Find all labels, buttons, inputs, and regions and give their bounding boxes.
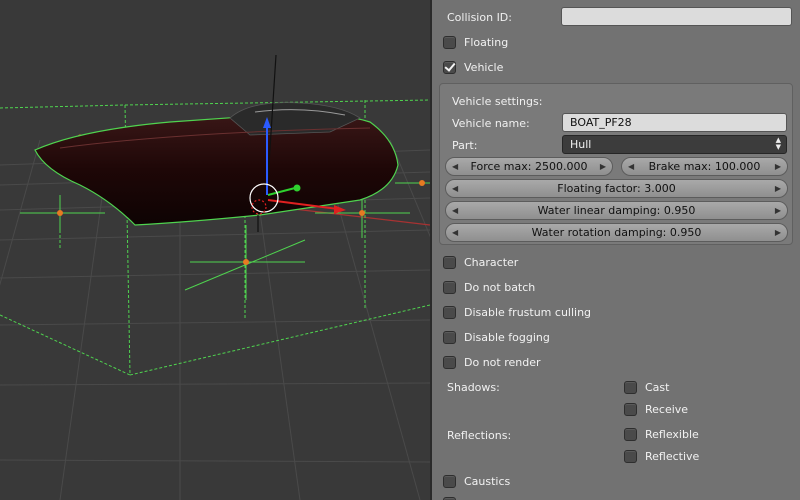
receive-checkbox[interactable] <box>624 403 637 416</box>
part-label: Part: <box>452 139 478 152</box>
increment-arrow-icon[interactable]: ▶ <box>775 202 781 219</box>
do-not-batch-label: Do not batch <box>464 281 536 294</box>
disable-frustum-culling-label: Disable frustum culling <box>464 306 592 319</box>
reflections-label: Reflections: <box>447 429 512 442</box>
part-select[interactable]: Hull ▲ ▼ <box>562 135 787 154</box>
vehicle-checkbox[interactable] <box>443 61 456 74</box>
part-select-value: Hull <box>570 138 592 151</box>
decrement-arrow-icon[interactable]: ◀ <box>452 224 458 241</box>
select-arrows-icon: ▲ ▼ <box>775 136 781 151</box>
collision-id-field[interactable] <box>561 7 792 26</box>
caustics-label: Caustics <box>464 475 511 488</box>
vehicle-settings-title: Vehicle settings: <box>452 95 543 108</box>
reflective-label: Reflective <box>645 450 700 463</box>
floating-checkbox[interactable] <box>443 36 456 49</box>
brake-max-field[interactable]: ◀ Brake max: 100.000 ▶ <box>621 157 788 176</box>
water-rotation-damping-field[interactable]: ◀ Water rotation damping: 0.950 ▶ <box>445 223 788 242</box>
character-label: Character <box>464 256 519 269</box>
floating-factor-field[interactable]: ◀ Floating factor: 3.000 ▶ <box>445 179 788 198</box>
decrement-arrow-icon[interactable]: ◀ <box>452 180 458 197</box>
3d-viewport[interactable] <box>0 0 430 500</box>
brake-max-value: Brake max: 100.000 <box>648 160 761 173</box>
decrement-arrow-icon[interactable]: ◀ <box>452 202 458 219</box>
water-linear-damping-field[interactable]: ◀ Water linear damping: 0.950 ▶ <box>445 201 788 220</box>
caustics-checkbox[interactable] <box>443 475 456 488</box>
shadows-label: Shadows: <box>447 381 500 394</box>
vehicle-label: Vehicle <box>464 61 504 74</box>
disable-fogging-label: Disable fogging <box>464 331 550 344</box>
force-max-value: Force max: 2500.000 <box>470 160 588 173</box>
vehicle-settings-box: Vehicle settings: Vehicle name: BOAT_PF2… <box>439 83 793 245</box>
disable-fogging-checkbox[interactable] <box>443 331 456 344</box>
receive-label: Receive <box>645 403 689 416</box>
water-rotation-damping-value: Water rotation damping: 0.950 <box>531 226 702 239</box>
vehicle-name-field[interactable]: BOAT_PF28 <box>562 113 787 132</box>
do-not-batch-checkbox[interactable] <box>443 281 456 294</box>
viewport-scene <box>0 54 430 500</box>
vehicle-name-label: Vehicle name: <box>452 117 530 130</box>
cast-checkbox[interactable] <box>624 381 637 394</box>
y-axis-head <box>293 184 301 192</box>
decrement-arrow-icon[interactable]: ◀ <box>452 158 458 175</box>
boat-model[interactable] <box>34 102 399 226</box>
do-not-render-label: Do not render <box>464 356 541 369</box>
do-not-render-checkbox[interactable] <box>443 356 456 369</box>
reflective-checkbox[interactable] <box>624 450 637 463</box>
floating-label: Floating <box>464 36 509 49</box>
increment-arrow-icon[interactable]: ▶ <box>775 158 781 175</box>
reflexible-checkbox[interactable] <box>624 428 637 441</box>
cast-label: Cast <box>645 381 670 394</box>
collision-id-label: Collision ID: <box>447 11 512 24</box>
properties-panel: Collision ID: Floating Vehicle Vehicle s… <box>432 0 800 500</box>
decrement-arrow-icon[interactable]: ◀ <box>628 158 634 175</box>
disable-frustum-culling-checkbox[interactable] <box>443 306 456 319</box>
reflexible-label: Reflexible <box>645 428 699 441</box>
character-checkbox[interactable] <box>443 256 456 269</box>
increment-arrow-icon[interactable]: ▶ <box>775 180 781 197</box>
force-max-field[interactable]: ◀ Force max: 2500.000 ▶ <box>445 157 613 176</box>
increment-arrow-icon[interactable]: ▶ <box>600 158 606 175</box>
increment-arrow-icon[interactable]: ▶ <box>775 224 781 241</box>
water-linear-damping-value: Water linear damping: 0.950 <box>537 204 696 217</box>
floating-factor-value: Floating factor: 3.000 <box>557 182 676 195</box>
